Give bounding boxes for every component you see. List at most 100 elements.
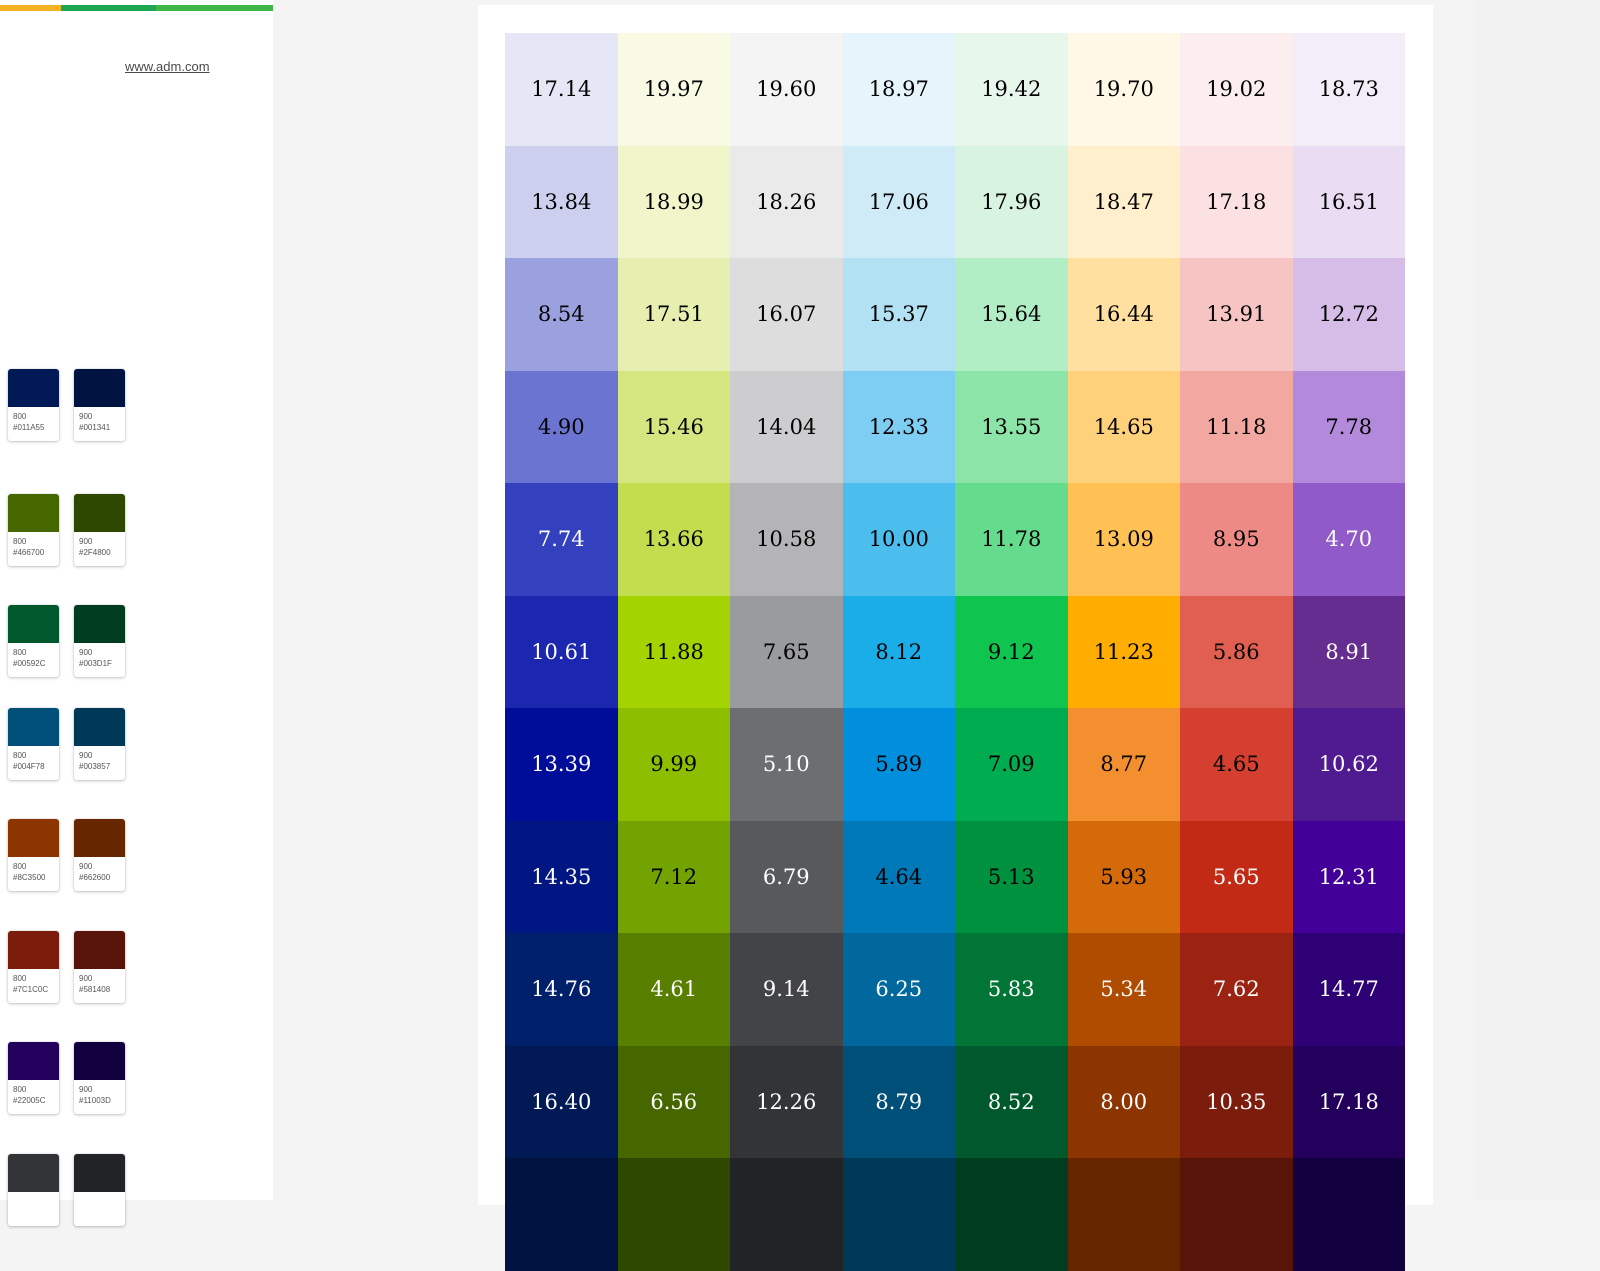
contrast-cell: 16.40 [505,1045,618,1158]
swatch-hex: #7C1C0C [13,985,49,994]
contrast-cell: 13.09 [1067,483,1180,596]
contrast-cell: 15.46 [617,370,730,483]
contrast-cell: 14.65 [1067,370,1180,483]
swatch-label: 900 #001341 [74,407,125,433]
swatch-level: 900 [79,1085,93,1094]
contrast-cell [1180,1158,1293,1271]
swatch-color-chip [8,1154,59,1192]
contrast-cell: 8.00 [1067,1045,1180,1158]
swatch-level: 900 [79,537,93,546]
contrast-cell: 11.88 [617,595,730,708]
swatch-label: 800 #8C3500 [8,857,59,883]
swatch-label: 900 #662600 [74,857,125,883]
swatch-label: 800 #004F78 [8,746,59,772]
website-link[interactable]: www.adm.com [125,59,210,74]
contrast-cell: 7.74 [505,483,618,596]
color-swatch [8,1154,59,1226]
color-swatch: 900 #662600 [74,819,125,891]
swatch-label: 800 #00592C [8,643,59,669]
swatch-color-chip [74,819,125,857]
contrast-cell: 10.58 [730,483,843,596]
brand-bar-light-green [156,5,273,11]
color-swatch: 900 #003857 [74,708,125,780]
swatch-label: 900 #581408 [74,969,125,995]
swatch-hex: #004F78 [13,762,45,771]
swatch-label: 900 #2F4800 [74,532,125,558]
contrast-cell: 10.35 [1180,1045,1293,1158]
contrast-cell: 4.65 [1180,708,1293,821]
swatch-label: 900 #003D1F [74,643,125,669]
contrast-cell: 18.47 [1067,145,1180,258]
contrast-cell: 19.70 [1067,33,1180,146]
contrast-cell: 8.79 [842,1045,955,1158]
swatch-label [8,1192,59,1196]
brand-bar-green [61,5,156,11]
brand-bar-yellow [0,5,61,11]
contrast-cell: 4.90 [505,370,618,483]
swatch-color-chip [8,1042,59,1080]
contrast-cell: 4.61 [617,933,730,1046]
contrast-ratio-grid: 17.14 19.97 19.60 18.97 19.42 19.70 19.02 18.73… [505,33,1405,1271]
contrast-cell: 19.42 [955,33,1068,146]
contrast-cell: 7.62 [1180,933,1293,1046]
swatch-hex: #22005C [13,1096,46,1105]
swatch-level: 900 [79,862,93,871]
contrast-cell: 18.97 [842,33,955,146]
swatch-label: 800 #466700 [8,532,59,558]
contrast-cell: 5.34 [1067,933,1180,1046]
contrast-cell: 7.09 [955,708,1068,821]
color-swatch: 800 #00592C [8,605,59,677]
contrast-cell: 11.78 [955,483,1068,596]
swatch-level: 800 [13,412,27,421]
contrast-cell: 17.18 [1180,145,1293,258]
swatch-color-chip [74,494,125,532]
swatch-level: 900 [79,648,93,657]
contrast-cell: 8.54 [505,258,618,371]
swatch-hex: #11003D [79,1096,111,1105]
contrast-cell: 5.86 [1180,595,1293,708]
swatch-level: 800 [13,648,27,657]
contrast-cell: 12.72 [1292,258,1405,371]
swatch-hex: #581408 [79,985,111,994]
contrast-cell: 17.96 [955,145,1068,258]
contrast-cell: 12.33 [842,370,955,483]
swatch-color-chip [74,931,125,969]
color-swatch: 800 #7C1C0C [8,931,59,1003]
contrast-cell: 13.66 [617,483,730,596]
swatch-level: 800 [13,862,27,871]
swatch-color-chip [8,819,59,857]
swatch-level: 800 [13,1085,27,1094]
color-swatch: 900 #2F4800 [74,494,125,566]
contrast-cell: 5.65 [1180,820,1293,933]
swatch-hex: #662600 [79,873,111,882]
contrast-cell: 18.99 [617,145,730,258]
contrast-cell: 6.56 [617,1045,730,1158]
swatch-hex: #011A55 [13,423,45,432]
contrast-cell: 5.89 [842,708,955,821]
color-swatch: 800 #466700 [8,494,59,566]
contrast-cell: 5.10 [730,708,843,821]
swatch-hex: #001341 [79,423,111,432]
contrast-cell: 14.77 [1292,933,1405,1046]
contrast-cell: 14.04 [730,370,843,483]
contrast-cell: 9.99 [617,708,730,821]
contrast-cell: 10.62 [1292,708,1405,821]
swatch-color-chip [74,1154,125,1192]
color-swatch: 800 #004F78 [8,708,59,780]
contrast-cell: 8.52 [955,1045,1068,1158]
contrast-cell: 8.12 [842,595,955,708]
contrast-cell: 14.76 [505,933,618,1046]
swatch-label: 800 #22005C [8,1080,59,1106]
contrast-cell [842,1158,955,1271]
contrast-cell: 14.35 [505,820,618,933]
contrast-cell [730,1158,843,1271]
contrast-cell: 8.77 [1067,708,1180,821]
swatch-color-chip [74,1042,125,1080]
contrast-cell: 18.73 [1292,33,1405,146]
color-swatch [74,1154,125,1226]
swatch-color-chip [74,708,125,746]
contrast-cell: 13.39 [505,708,618,821]
contrast-cell [617,1158,730,1271]
contrast-cell: 13.55 [955,370,1068,483]
right-background-strip [1475,0,1600,1200]
